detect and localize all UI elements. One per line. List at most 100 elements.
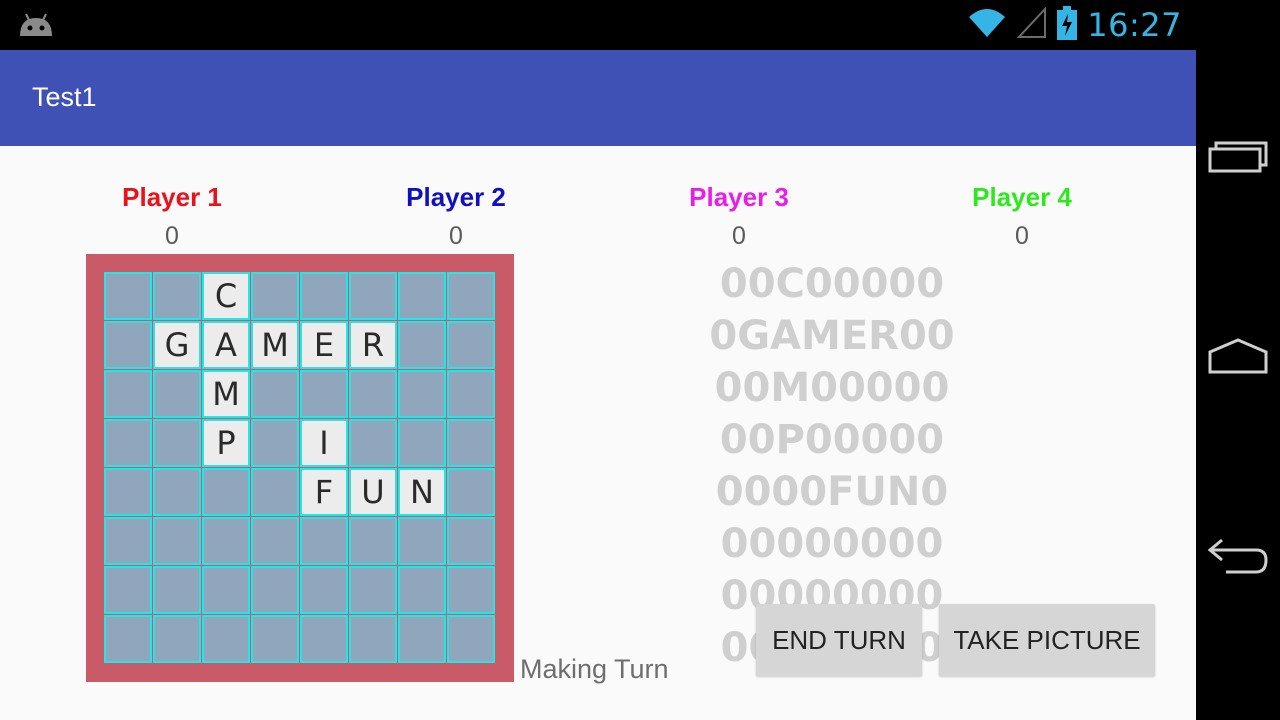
tile-letter: A	[215, 326, 237, 364]
board-cell	[349, 517, 397, 565]
board-cell	[104, 615, 152, 663]
player-4-name: Player 4	[972, 182, 1072, 212]
board-cell	[251, 566, 299, 614]
board-cell	[104, 419, 152, 467]
recents-icon	[1208, 139, 1268, 178]
board-cell	[447, 321, 495, 369]
end-turn-button[interactable]: END TURN	[756, 604, 922, 676]
board-cell	[153, 468, 201, 516]
board-cell	[447, 517, 495, 565]
board-text-row: 00M00000	[714, 365, 950, 411]
board-cell	[349, 615, 397, 663]
board-cell	[153, 272, 201, 320]
board-cell	[104, 370, 152, 418]
board-tile: G	[153, 321, 201, 369]
board-cell	[398, 321, 446, 369]
clock: 16:27	[1087, 6, 1182, 44]
board-cell	[251, 419, 299, 467]
board-cell	[447, 419, 495, 467]
board-tile: I	[300, 419, 348, 467]
player-4-score: 0	[1015, 222, 1029, 250]
board-cell	[153, 517, 201, 565]
board-tile: R	[349, 321, 397, 369]
board-cell	[398, 517, 446, 565]
board-cell	[104, 566, 152, 614]
tile-letter: F	[314, 473, 334, 511]
board-cell	[398, 370, 446, 418]
board-cell	[447, 468, 495, 516]
board-cell	[300, 272, 348, 320]
player-3-score: 0	[732, 222, 746, 250]
board-cell	[447, 615, 495, 663]
board-cell	[202, 517, 250, 565]
board-cell	[202, 615, 250, 663]
board-cell	[349, 566, 397, 614]
board-cell	[447, 370, 495, 418]
recents-button[interactable]	[1196, 113, 1280, 203]
board-cell	[202, 566, 250, 614]
board-tile: E	[300, 321, 348, 369]
board-cell	[251, 370, 299, 418]
board-text-row: 00000000	[720, 521, 944, 567]
status-bar: 16:27	[0, 0, 1196, 50]
board-cell	[153, 615, 201, 663]
back-icon	[1206, 536, 1270, 581]
home-icon	[1208, 337, 1268, 379]
board-text-row: 0000FUN0	[715, 469, 949, 515]
battery-charging-icon	[1057, 5, 1078, 45]
board-text-row: 00P00000	[719, 417, 945, 463]
tile-letter: G	[164, 326, 190, 364]
tile-letter: M	[212, 375, 240, 413]
home-button[interactable]	[1196, 313, 1280, 403]
back-button[interactable]	[1196, 513, 1280, 603]
board-tile: A	[202, 321, 250, 369]
board-cell	[300, 615, 348, 663]
player-2-name: Player 2	[406, 182, 506, 212]
board-tile: F	[300, 468, 348, 516]
board-cell	[202, 468, 250, 516]
turn-status-label: Making Turn	[520, 654, 669, 684]
app-bar: Test1	[0, 50, 1196, 146]
board-cell	[104, 517, 152, 565]
app-title: Test1	[32, 82, 97, 112]
board-cell	[153, 370, 201, 418]
take-picture-button[interactable]: TAKE PICTURE	[939, 604, 1155, 676]
board-tile: U	[349, 468, 397, 516]
board-cell	[251, 615, 299, 663]
tile-letter: N	[410, 473, 434, 511]
navigation-bar	[1196, 0, 1280, 720]
tile-letter: P	[216, 424, 236, 462]
board-cell	[398, 566, 446, 614]
tile-letter: R	[361, 326, 385, 364]
player-1-score: 0	[165, 222, 179, 250]
board-cell	[300, 566, 348, 614]
board-cell	[104, 321, 152, 369]
board-cell	[104, 468, 152, 516]
board-cell	[153, 419, 201, 467]
android-icon	[18, 12, 54, 43]
board-text-row: 0GAMER00	[709, 313, 955, 359]
board-cell	[447, 272, 495, 320]
board-cell	[300, 370, 348, 418]
tile-letter: I	[319, 424, 329, 462]
tile-letter: U	[361, 473, 385, 511]
wifi-icon	[967, 7, 1007, 44]
board-cell	[349, 370, 397, 418]
board-cell	[349, 419, 397, 467]
tile-letter: C	[214, 277, 238, 315]
board-cell	[300, 517, 348, 565]
board-cell	[251, 468, 299, 516]
board-cell	[251, 517, 299, 565]
board-cell	[153, 566, 201, 614]
board-tile: C	[202, 272, 250, 320]
board-cell	[398, 615, 446, 663]
board-cell	[447, 566, 495, 614]
board-tile: M	[202, 370, 250, 418]
tile-letter: E	[313, 326, 335, 364]
player-3-name: Player 3	[689, 182, 789, 212]
board-tile: N	[398, 468, 446, 516]
player-2-score: 0	[449, 222, 463, 250]
board-tile: P	[202, 419, 250, 467]
signal-icon	[1016, 5, 1047, 44]
tile-letter: M	[261, 326, 289, 364]
